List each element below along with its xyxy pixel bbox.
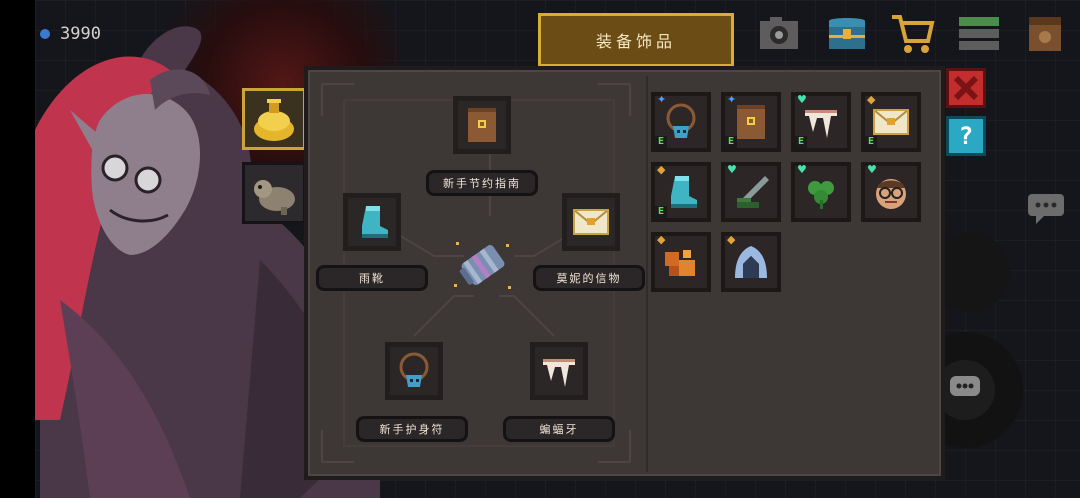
- equip-slot-bottom-left[interactable]: [385, 342, 443, 400]
- inventory-slot-1[interactable]: ✦ E: [651, 92, 711, 152]
- help-icon: ?: [958, 122, 974, 150]
- equipped-badge: E: [795, 136, 807, 148]
- equip-label-bottom-right: 蝙蝠牙: [503, 416, 615, 442]
- sword-icon: [737, 176, 769, 208]
- equip-label-bottom-left: 新手护身符: [356, 416, 468, 442]
- amulet-icon: [666, 103, 696, 138]
- equip-label-right-text: 莫妮的信物: [556, 272, 622, 285]
- game-scene: 3990 装备饰品 新手节约指南 雨靴 莫妮的信物 新手护身符 蝙蝠牙 ✦ E …: [0, 0, 1080, 498]
- currency-value: 3990: [60, 24, 101, 44]
- inventory-slot-9[interactable]: ◆: [651, 232, 711, 292]
- center-core-slot: [450, 232, 516, 298]
- currency-display: 3990: [40, 20, 290, 48]
- equip-label-top-text: 新手节约指南: [443, 177, 521, 190]
- panel-divider: [646, 76, 648, 472]
- equip-label-top: 新手节约指南: [426, 170, 538, 196]
- equip-label-bottom-left-text: 新手护身符: [379, 423, 445, 436]
- letter-icon: [873, 109, 909, 135]
- inventory-slot-3[interactable]: ♥ E: [791, 92, 851, 152]
- gem-cluster-icon: [665, 250, 695, 276]
- shop-cart-icon[interactable]: [890, 10, 936, 56]
- boot-icon: [671, 176, 697, 208]
- boot-icon: [362, 206, 388, 238]
- inventory-slot-5[interactable]: ◆ E: [651, 162, 711, 222]
- equip-label-left: 雨靴: [316, 265, 428, 291]
- equipped-badge: E: [865, 136, 877, 148]
- equipped-badge: E: [655, 136, 667, 148]
- gold-pot-icon: [254, 99, 294, 141]
- glasses-face-icon: [876, 179, 906, 209]
- inventory-slot-4[interactable]: ◆ E: [861, 92, 921, 152]
- hood-icon: [735, 246, 767, 278]
- inventory-slot-10[interactable]: ◆: [721, 232, 781, 292]
- chat-bubble-icon[interactable]: [1026, 192, 1066, 224]
- equipped-badge: E: [655, 206, 667, 218]
- equip-slot-left[interactable]: [343, 193, 401, 251]
- equip-slot-top[interactable]: [453, 96, 511, 154]
- camera-icon[interactable]: [756, 10, 802, 56]
- equip-label-bottom-right-text: 蝙蝠牙: [539, 423, 579, 436]
- bat-fang-icon: [543, 359, 575, 387]
- equipped-badge: E: [725, 136, 737, 148]
- bat-fang-icon: [805, 110, 837, 138]
- guidebook-icon: [737, 105, 765, 139]
- pet-icon: [254, 180, 295, 215]
- amulet-icon: [399, 352, 429, 387]
- guidebook-icon: [468, 108, 496, 142]
- inventory-slot-7[interactable]: ♥: [791, 162, 851, 222]
- header-tab-equipment[interactable]: 装备饰品: [538, 13, 734, 67]
- equip-label-left-text: 雨靴: [359, 272, 385, 285]
- equip-slot-right[interactable]: [562, 193, 620, 251]
- header-tab-title: 装备饰品: [595, 32, 676, 51]
- scroll-core-icon: [454, 242, 511, 289]
- help-button[interactable]: ?: [946, 116, 986, 156]
- side-tab-accessories[interactable]: [242, 88, 306, 150]
- equip-slot-bottom-right[interactable]: [530, 342, 588, 400]
- letter-icon: [573, 209, 609, 235]
- emote-bubble-icon[interactable]: [948, 374, 982, 404]
- close-button[interactable]: [946, 68, 986, 108]
- clover-icon: [808, 181, 834, 209]
- close-icon: [953, 75, 979, 101]
- side-tab-pets[interactable]: [242, 162, 306, 224]
- chest-icon[interactable]: [824, 10, 870, 56]
- inventory-slot-2[interactable]: ✦ E: [721, 92, 781, 152]
- gem-icon: [40, 29, 50, 39]
- equip-label-right: 莫妮的信物: [533, 265, 645, 291]
- inventory-slot-6[interactable]: ♥: [721, 162, 781, 222]
- inventory-slot-8[interactable]: ♥: [861, 162, 921, 222]
